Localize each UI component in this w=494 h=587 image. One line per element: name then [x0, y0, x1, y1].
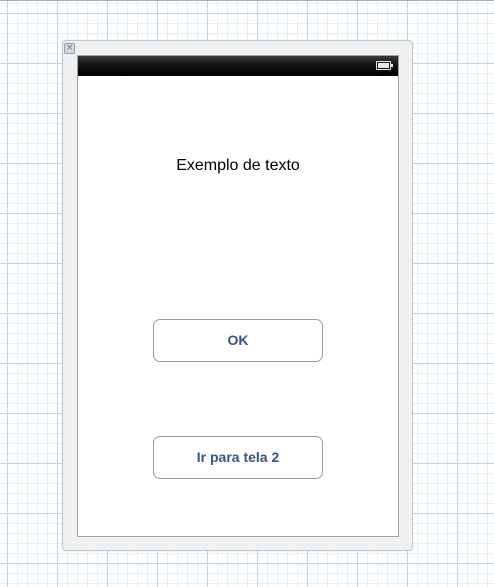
sample-text-label[interactable]: Exemplo de texto [78, 157, 398, 175]
iphone-view-controller[interactable]: Exemplo de texto OK Ir para tela 2 [77, 55, 399, 537]
canvas-top-rule [0, 0, 494, 1]
ok-button[interactable]: OK [153, 319, 323, 362]
close-icon[interactable]: × [64, 43, 75, 54]
battery-full-icon [376, 61, 393, 70]
go-to-screen-2-button[interactable]: Ir para tela 2 [153, 436, 323, 479]
status-bar [78, 56, 398, 76]
